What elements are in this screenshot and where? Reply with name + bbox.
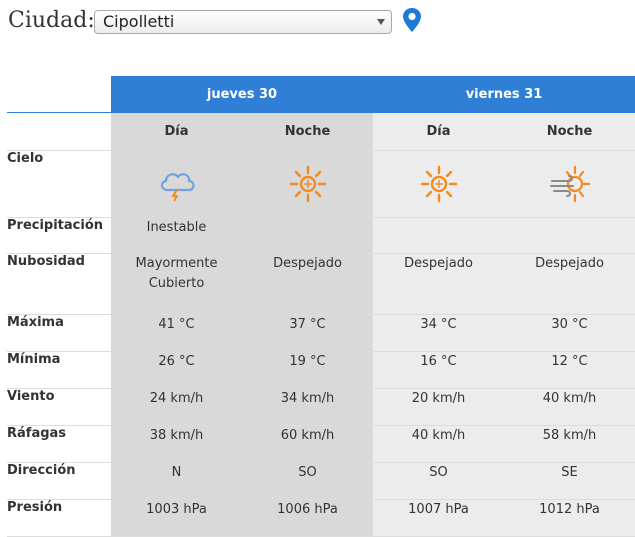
- value-cell: Mayormente Cubierto: [111, 253, 242, 315]
- row-rafagas: Ráfagas 38 km/h 60 km/h 40 km/h 58 km/h: [7, 425, 635, 463]
- value-cell: 37 °C: [242, 314, 373, 352]
- value-cell: Despejado: [242, 253, 373, 315]
- period-header-row: Día Noche Día Noche: [7, 112, 635, 151]
- value-cell: 24 km/h: [111, 388, 242, 426]
- value-cell: 1003 hPa: [111, 499, 242, 537]
- value-cell: N: [111, 462, 242, 500]
- forecast-table: jueves 30 viernes 31 Día Noche Día Noche…: [7, 76, 635, 537]
- day-header-row: jueves 30 viernes 31: [7, 76, 635, 113]
- period-header: Día: [373, 112, 504, 151]
- sun-icon: [420, 165, 457, 203]
- value-cell: 58 km/h: [504, 425, 635, 463]
- city-select[interactable]: Cipolletti: [94, 10, 392, 34]
- sun-icon: [289, 165, 326, 203]
- value-cell: 38 km/h: [111, 425, 242, 463]
- value-cell: SO: [242, 462, 373, 500]
- chevron-down-icon[interactable]: [377, 19, 385, 25]
- value-cell: Inestable: [111, 217, 242, 254]
- location-pin-icon[interactable]: [402, 7, 422, 37]
- row-viento: Viento 24 km/h 34 km/h 20 km/h 40 km/h: [7, 388, 635, 426]
- value-cell: SO: [373, 462, 504, 500]
- value-cell: 20 km/h: [373, 388, 504, 426]
- row-nubosidad: Nubosidad Mayormente Cubierto Despejado …: [7, 253, 635, 315]
- city-select-value: Cipolletti: [103, 12, 175, 31]
- row-direccion: Dirección N SO SO SE: [7, 462, 635, 500]
- value-cell: 40 km/h: [504, 388, 635, 426]
- row-minima: Mínima 26 °C 19 °C 16 °C 12 °C: [7, 351, 635, 389]
- row-precipitacion: Precipitación Inestable: [7, 217, 635, 254]
- day-header-2: viernes 31: [373, 76, 635, 113]
- value-cell: 34 °C: [373, 314, 504, 352]
- row-cielo: Cielo: [7, 150, 635, 218]
- value-cell: 26 °C: [111, 351, 242, 389]
- row-label: Máxima: [7, 314, 111, 352]
- value-cell: 1006 hPa: [242, 499, 373, 537]
- row-label: Viento: [7, 388, 111, 426]
- period-header: Noche: [242, 112, 373, 151]
- city-selector-row: Ciudad: Cipolletti: [8, 6, 628, 40]
- row-label: Presión: [7, 499, 111, 537]
- row-label: Dirección: [7, 462, 111, 500]
- sky-cell: [504, 150, 635, 218]
- value-cell: 1012 hPa: [504, 499, 635, 537]
- period-header: Noche: [504, 112, 635, 151]
- value-cell: [242, 217, 373, 254]
- row-label: Nubosidad: [7, 253, 111, 315]
- row-label: Ráfagas: [7, 425, 111, 463]
- sun-wind-icon: [549, 165, 590, 203]
- row-maxima: Máxima 41 °C 37 °C 34 °C 30 °C: [7, 314, 635, 352]
- value-cell: 30 °C: [504, 314, 635, 352]
- value-cell: 41 °C: [111, 314, 242, 352]
- sky-cell: [373, 150, 504, 218]
- value-cell: Despejado: [504, 253, 635, 315]
- period-spacer: [7, 112, 111, 151]
- sky-cell: [242, 150, 373, 218]
- value-cell: 40 km/h: [373, 425, 504, 463]
- city-label: Ciudad:: [8, 8, 95, 33]
- value-cell: [373, 217, 504, 254]
- value-cell: 60 km/h: [242, 425, 373, 463]
- value-cell: SE: [504, 462, 635, 500]
- value-cell: 12 °C: [504, 351, 635, 389]
- day-header-1: jueves 30: [111, 76, 373, 113]
- value-cell: 34 km/h: [242, 388, 373, 426]
- value-cell: [504, 217, 635, 254]
- period-header: Día: [111, 112, 242, 151]
- row-label: Mínima: [7, 351, 111, 389]
- row-presion: Presión 1003 hPa 1006 hPa 1007 hPa 1012 …: [7, 499, 635, 537]
- value-cell: 16 °C: [373, 351, 504, 389]
- row-label: Precipitación: [7, 217, 111, 254]
- row-label: Cielo: [7, 150, 111, 218]
- storm-cloud-icon: [160, 173, 195, 202]
- header-spacer: [7, 76, 111, 113]
- value-cell: 1007 hPa: [373, 499, 504, 537]
- value-cell: Despejado: [373, 253, 504, 315]
- value-cell: 19 °C: [242, 351, 373, 389]
- sky-cell: [111, 150, 242, 218]
